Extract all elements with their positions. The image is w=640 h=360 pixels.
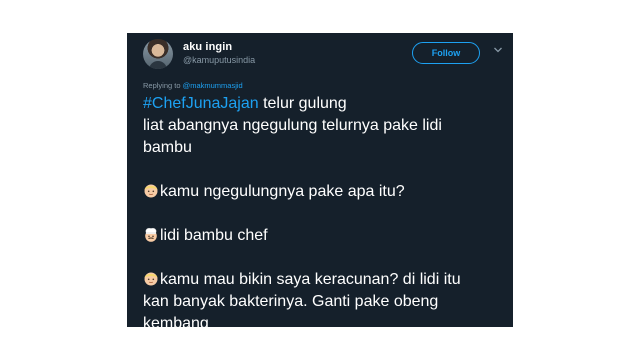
tweet-text-fragment: telur gulung xyxy=(258,95,347,112)
reply-mention-link[interactable]: @makmummasjid xyxy=(183,81,243,90)
chevron-down-icon[interactable] xyxy=(493,45,503,55)
reply-prefix: Replying to xyxy=(143,81,183,90)
chef-emoji-icon xyxy=(145,228,157,242)
question-1: kamu ngegulungnya pake apa itu? xyxy=(160,183,405,200)
author-handle[interactable]: @kamuputusindia xyxy=(183,55,255,65)
tweet-card: aku ingin @kamuputusindia Follow Replyin… xyxy=(127,33,513,327)
avatar[interactable] xyxy=(143,39,173,69)
tweet-line: kamu ngegulungnya pake apa itu? xyxy=(143,181,503,203)
tweet-line: bambu xyxy=(143,139,192,156)
tweet-header: aku ingin @kamuputusindia Follow xyxy=(127,33,513,77)
tweet-text: #ChefJunaJajan telur gulung liat abangny… xyxy=(143,93,503,327)
tweet-line: kamu mau bikin saya keracunan? di lidi i… xyxy=(143,269,503,291)
hashtag-link[interactable]: #ChefJunaJajan xyxy=(143,95,259,112)
author-name[interactable]: aku ingin xyxy=(183,41,232,53)
blond-person-emoji-icon xyxy=(144,184,158,198)
answer-1: lidi bambu chef xyxy=(160,227,268,244)
question-2-line-3: kembang xyxy=(143,315,209,327)
follow-button[interactable]: Follow xyxy=(412,42,480,64)
question-2-line-1: kamu mau bikin saya keracunan? di lidi i… xyxy=(160,271,461,288)
reply-context: Replying to @makmummasjid xyxy=(143,81,243,90)
tweet-line: lidi bambu chef xyxy=(143,225,503,247)
tweet-line: liat abangnya ngegulung telurnya pake li… xyxy=(143,117,442,134)
blond-person-emoji-icon xyxy=(144,272,158,286)
question-2-line-2: kan banyak bakterinya. Ganti pake obeng xyxy=(143,293,439,310)
tweet-line: #ChefJunaJajan telur gulung xyxy=(143,93,503,115)
